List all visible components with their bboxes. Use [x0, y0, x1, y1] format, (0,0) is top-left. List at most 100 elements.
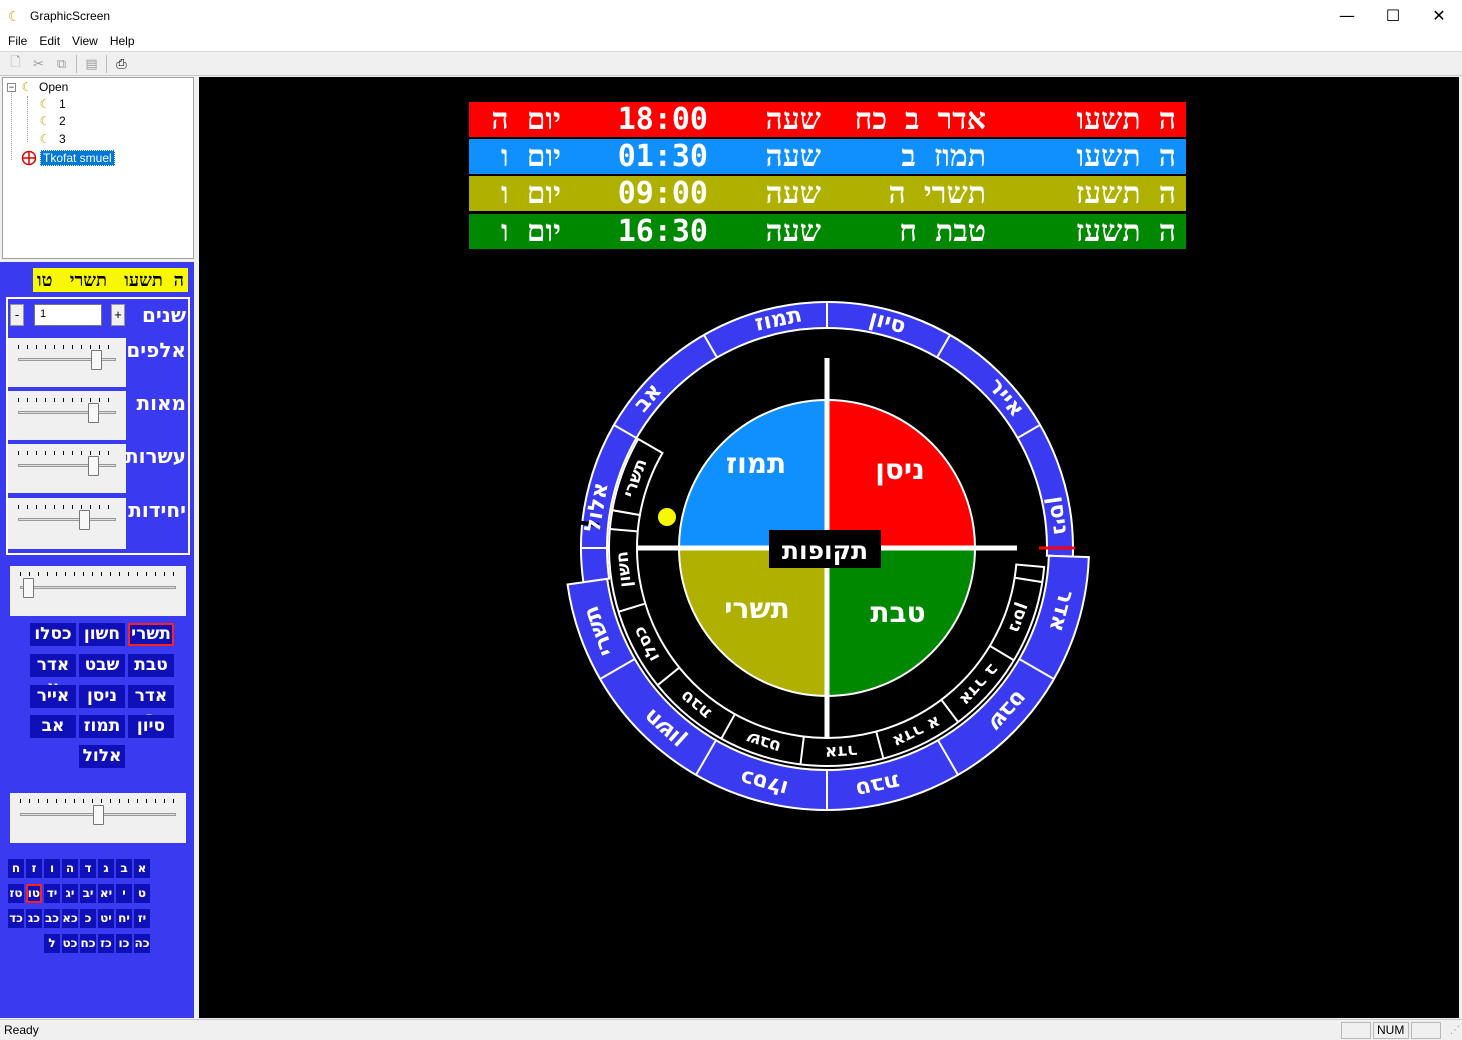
day-button[interactable]: כא	[62, 909, 78, 928]
paste-icon[interactable]: ▤	[80, 53, 103, 75]
day-button[interactable]: א	[134, 859, 150, 878]
outer-month-label: סיון	[867, 306, 909, 340]
day-button[interactable]: כז	[98, 934, 114, 953]
slider-track	[18, 411, 116, 414]
day-button[interactable]: ג	[98, 859, 114, 878]
slider-track	[18, 464, 116, 467]
status-pane-caps	[1341, 1022, 1371, 1039]
day-button[interactable]: ל	[44, 934, 60, 953]
tree-item-2[interactable]: ☾ 2	[37, 113, 66, 129]
thousands-slider[interactable]	[8, 338, 126, 387]
slider-thumb[interactable]	[87, 456, 99, 476]
years-plus-button[interactable]: +	[111, 304, 125, 326]
slider-thumb[interactable]	[22, 578, 34, 598]
month-button-tevet[interactable]: טבת	[128, 654, 174, 677]
day-button[interactable]: יב	[80, 884, 96, 903]
tree-item-1[interactable]: ☾ 1	[37, 96, 66, 112]
header-day: טו	[37, 269, 53, 291]
slider-ticks	[20, 572, 176, 576]
day-button[interactable]: י	[116, 884, 132, 903]
day-button[interactable]: ה	[62, 859, 78, 878]
hundreds-slider[interactable]	[8, 391, 126, 440]
years-minus-button[interactable]: -	[10, 304, 24, 326]
day-button[interactable]: יז	[134, 909, 150, 928]
day-button[interactable]: כד	[8, 909, 24, 928]
menu-file[interactable]: File	[2, 34, 33, 48]
toolbar-separator	[106, 54, 107, 73]
day-button[interactable]: כח	[80, 934, 96, 953]
slider-thumb[interactable]	[92, 805, 104, 825]
tree-item-tkofat-smuel[interactable]: Tkofat smuel	[21, 150, 115, 166]
tens-slider[interactable]	[8, 444, 126, 493]
month-button-elul[interactable]: אלול	[79, 745, 125, 768]
print-icon[interactable]: ⎙	[110, 53, 133, 75]
tree-connector	[11, 93, 12, 160]
day-button[interactable]: יג	[62, 884, 78, 903]
day-slider[interactable]	[10, 793, 186, 843]
slider-thumb[interactable]	[91, 350, 103, 370]
resize-grip-icon[interactable]: ⋰	[1450, 1025, 1460, 1036]
collapse-icon[interactable]: −	[7, 82, 16, 92]
month-button-tishrei[interactable]: תשרי	[128, 623, 174, 646]
menu-bar: File Edit View Help	[0, 31, 1462, 51]
slider-track	[18, 518, 116, 521]
day-button[interactable]: ח	[8, 859, 24, 878]
maximize-button[interactable]: ☐	[1370, 0, 1416, 31]
day-button[interactable]: ט	[134, 884, 150, 903]
sun-marker	[658, 508, 676, 526]
day-button[interactable]: טז	[8, 884, 24, 903]
new-file-icon[interactable]: 🗋	[4, 53, 27, 75]
close-button[interactable]: ✕	[1416, 0, 1462, 31]
day-button[interactable]: כו	[116, 934, 132, 953]
tree-item-label: Tkofat smuel	[40, 150, 115, 166]
menu-help[interactable]: Help	[104, 34, 141, 48]
month-button-av[interactable]: אב	[30, 715, 76, 738]
window-title: GraphicScreen	[30, 8, 111, 23]
slider-ticks	[18, 398, 116, 402]
day-button[interactable]: ד	[80, 859, 96, 878]
month-button-sivan[interactable]: סיון	[128, 715, 174, 738]
day-button[interactable]: כ	[80, 909, 96, 928]
month-slider[interactable]	[10, 566, 186, 616]
month-button-nisan[interactable]: ניסן	[79, 685, 125, 708]
day-button[interactable]: ו	[44, 859, 60, 878]
inner-sign-label: אדר	[824, 740, 858, 762]
month-button-cheshvan[interactable]: חשון	[79, 623, 125, 646]
graphic-canvas: ה תשעו אדר ב כח שעה 18:00 יום הה תשעו תמוז בש…	[199, 77, 1459, 1018]
years-input[interactable]: 1	[34, 304, 102, 326]
tree-item-label: 3	[59, 132, 66, 146]
cut-icon[interactable]: ✂	[27, 53, 50, 75]
day-button[interactable]: יא	[98, 884, 114, 903]
day-button[interactable]: כג	[26, 909, 42, 928]
tree-view[interactable]: − ☾ Open ☾ 1 ☾ 2 ☾ 3 Tkofat smuel	[2, 77, 194, 259]
units-slider[interactable]	[8, 498, 126, 549]
slider-thumb[interactable]	[78, 510, 90, 530]
month-button-iyar[interactable]: אייר	[30, 685, 76, 708]
month-button-adar-b[interactable]: אדר ב	[128, 685, 174, 729]
status-pane-num: NUM	[1373, 1022, 1409, 1039]
menu-edit[interactable]: Edit	[33, 34, 66, 48]
tree-item-3[interactable]: ☾ 3	[37, 131, 66, 147]
day-button[interactable]: כה	[134, 934, 150, 953]
slider-thumb[interactable]	[87, 403, 99, 423]
copy-icon[interactable]: ⧉	[50, 53, 73, 75]
tree-item-open[interactable]: − ☾ Open	[7, 79, 68, 95]
quadrant-label: תמוז	[726, 447, 786, 480]
day-button[interactable]: כב	[44, 909, 60, 928]
menu-view[interactable]: View	[66, 34, 104, 48]
day-button[interactable]: כט	[62, 934, 78, 953]
day-button[interactable]: ב	[116, 859, 132, 878]
month-button-kislev[interactable]: כסלו	[30, 623, 76, 646]
month-button-adar-a[interactable]: אדר א	[30, 654, 76, 698]
day-button[interactable]: יח	[116, 909, 132, 928]
quadrant-label: טבת	[870, 596, 925, 629]
minimize-button[interactable]: —	[1324, 0, 1370, 31]
day-button[interactable]: יט	[98, 909, 114, 928]
month-button-shvat[interactable]: שבט	[79, 654, 125, 677]
seasons-wheel-icon	[21, 150, 37, 166]
seasons-dial: ניסןתמוזתשרי טבתתקופותניסןאיירסיוןתמוזאבא…	[558, 301, 1090, 811]
month-button-tamuz[interactable]: תמוז	[79, 715, 125, 738]
day-button[interactable]: טו	[26, 884, 42, 903]
day-button[interactable]: יד	[44, 884, 60, 903]
day-button[interactable]: ז	[26, 859, 42, 878]
